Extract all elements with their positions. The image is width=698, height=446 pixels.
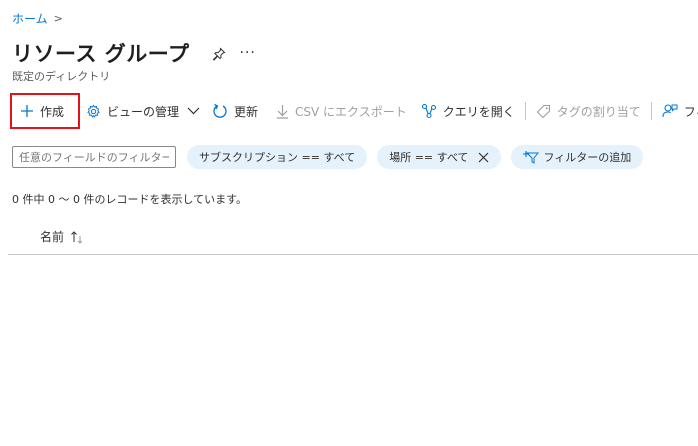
sort-arrows-icon[interactable]: [70, 230, 84, 244]
plus-icon: [20, 104, 34, 118]
subscription-filter-pill[interactable]: サブスクリプション == すべて: [187, 145, 368, 169]
breadcrumb: ホーム >: [12, 10, 63, 27]
toolbar-divider: [524, 102, 526, 120]
breadcrumb-home-link[interactable]: ホーム: [12, 10, 48, 27]
refresh-icon: [212, 103, 228, 119]
assign-tags-button[interactable]: タグの割り当て: [536, 94, 641, 128]
create-button-label: 作成: [40, 104, 65, 119]
location-filter-pill[interactable]: 場所 == すべて: [377, 145, 502, 169]
add-filter-icon: [523, 150, 540, 164]
subscription-filter-label: サブスクリプション == すべて: [199, 151, 356, 164]
column-header-name[interactable]: 名前: [40, 228, 84, 245]
filter-search-input[interactable]: [12, 146, 176, 168]
manage-view-label: ビューの管理: [107, 104, 180, 119]
table-header: 名前: [8, 224, 698, 255]
pin-icon[interactable]: [212, 46, 226, 61]
column-header-name-label: 名前: [40, 230, 65, 244]
gear-icon: [86, 104, 101, 119]
open-query-label: クエリを開く: [442, 104, 515, 119]
title-row: リソース グループ ···: [12, 38, 256, 68]
filter-bar: サブスクリプション == すべて 場所 == すべて フィルターの追加: [12, 145, 644, 169]
export-csv-button[interactable]: CSV にエクスポート: [276, 94, 407, 128]
feedback-label: フィ: [683, 104, 698, 119]
close-icon[interactable]: [478, 152, 489, 163]
feedback-button[interactable]: フィ: [662, 94, 698, 128]
feedback-person-icon: [662, 103, 678, 119]
assign-tags-label: タグの割り当て: [556, 104, 641, 119]
page-title: リソース グループ: [12, 42, 190, 66]
add-filter-label: フィルターの追加: [543, 151, 632, 164]
more-options-icon[interactable]: ···: [240, 45, 256, 61]
command-bar: 作成 ビューの管理 更新 CSV にエクスポート クエリを開く タグの割り当て …: [10, 93, 698, 129]
record-count-text: 0 件中 0 ～ 0 件のレコードを表示しています。: [12, 193, 248, 206]
manage-view-button[interactable]: ビューの管理: [86, 94, 206, 128]
tag-icon: [536, 104, 551, 119]
page-subtitle: 既定のディレクトリ: [12, 70, 111, 83]
export-csv-label: CSV にエクスポート: [295, 104, 407, 119]
create-button[interactable]: 作成: [10, 93, 80, 129]
breadcrumb-separator: >: [53, 12, 63, 25]
download-icon: [276, 104, 289, 119]
chevron-down-icon: [187, 107, 200, 115]
toolbar-divider: [650, 102, 652, 120]
refresh-label: 更新: [234, 104, 259, 119]
query-graph-icon: [421, 103, 437, 119]
location-filter-label: 場所 == すべて: [389, 151, 469, 164]
open-query-button[interactable]: クエリを開く: [421, 94, 515, 128]
add-filter-button[interactable]: フィルターの追加: [511, 145, 644, 169]
refresh-button[interactable]: 更新: [212, 94, 258, 128]
resource-groups-page: ホーム > リソース グループ ··· 既定のディレクトリ 作成 ビューの管理 …: [0, 0, 698, 446]
